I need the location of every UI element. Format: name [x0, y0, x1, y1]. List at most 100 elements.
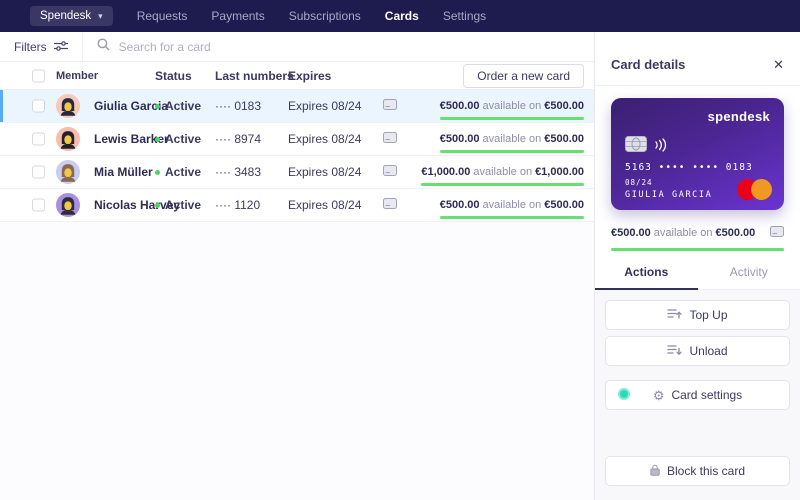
panel-balance-available: €500.00: [611, 227, 651, 239]
top-nav: Spendesk ▾ Requests Payments Subscriptio…: [0, 0, 800, 32]
status-label: Active: [165, 198, 202, 212]
avatar: [56, 160, 80, 184]
unload-icon: [667, 344, 683, 359]
workspace-name: Spendesk: [40, 10, 92, 22]
mastercard-icon: [737, 179, 772, 200]
panel-balance-text: available on: [653, 227, 713, 239]
balance-progress-bar: [439, 216, 584, 219]
amount-available: €500.00: [439, 133, 480, 145]
last-numbers: ···· 8974: [215, 132, 262, 146]
nav-item[interactable]: Cards: [385, 9, 419, 23]
row-checkbox[interactable]: [32, 198, 45, 212]
nav-item[interactable]: Settings: [443, 9, 486, 23]
balance-progress-bar: [421, 183, 584, 186]
card-icon: [383, 97, 397, 115]
search-icon: [97, 38, 110, 56]
balance-progress-bar: [439, 117, 584, 120]
table-row[interactable]: Nicolas Harvey Active ···· 1120 Expires …: [0, 189, 594, 222]
row-checkbox[interactable]: [32, 99, 45, 113]
status-badge: Active: [155, 99, 201, 113]
row-checkbox[interactable]: [32, 132, 45, 146]
nav-item[interactable]: Payments: [211, 9, 264, 23]
table-header: Member Status Last numbers Expires Order…: [0, 62, 594, 90]
avatar: [56, 94, 80, 118]
card-settings-label: Card settings: [671, 388, 743, 402]
amount-available-text: available on: [473, 166, 533, 178]
status-dot-icon: [155, 136, 160, 142]
card-details-panel: Card details ✕ spendesk 5163 •••• •••• 0…: [595, 32, 800, 500]
column-header-expires: Expires: [288, 68, 332, 83]
panel-balance: €500.00 available on €500.00: [611, 224, 784, 242]
close-icon[interactable]: ✕: [773, 57, 784, 73]
expires: Expires 08/24: [288, 132, 362, 146]
card-icon: [383, 163, 397, 181]
amount-available-text: available on: [482, 100, 542, 112]
card-chip-icon: [625, 136, 647, 157]
workspace-switcher[interactable]: Spendesk ▾: [30, 6, 113, 26]
table-row[interactable]: Giulia Garcia Active ···· 0183 Expires 0…: [0, 90, 594, 123]
panel-tabs: Actions Activity: [595, 265, 800, 290]
column-header-status: Status: [155, 68, 192, 83]
panel-actions: Top Up Unload ⚙ Card settings Block this…: [595, 290, 800, 500]
top-up-icon: [667, 308, 683, 323]
block-card-button[interactable]: Block this card: [605, 456, 790, 486]
order-new-card-button[interactable]: Order a new card: [463, 64, 584, 88]
amount-total: €500.00: [544, 100, 584, 112]
status-badge: Active: [155, 198, 201, 212]
table-row[interactable]: Lewis Barker Active ···· 8974 Expires 08…: [0, 123, 594, 156]
card-settings-button[interactable]: ⚙ Card settings: [605, 380, 790, 410]
status-label: Active: [165, 132, 202, 146]
search-input[interactable]: [118, 39, 469, 54]
last-numbers: ···· 0183: [215, 99, 262, 113]
amount-total: €1,000.00: [535, 166, 584, 178]
app-window: Spendesk ▾ Requests Payments Subscriptio…: [0, 0, 800, 500]
status-dot-icon: [155, 103, 160, 109]
amount-available-text: available on: [482, 199, 542, 211]
amount-available: €500.00: [439, 100, 480, 112]
expires: Expires 08/24: [288, 198, 362, 212]
filters-button[interactable]: Filters: [0, 32, 83, 61]
status-dot-icon: [155, 202, 160, 208]
unload-button[interactable]: Unload: [605, 336, 790, 366]
card-icon: [383, 130, 397, 148]
status-badge: Active: [155, 132, 201, 146]
gear-icon: ⚙: [652, 387, 665, 403]
panel-balance-total: €500.00: [715, 227, 756, 239]
amount-available: €500.00: [439, 199, 480, 211]
avatar: [56, 127, 80, 151]
filters-bar: Filters: [0, 32, 594, 62]
status-label: Active: [165, 99, 202, 113]
expires: Expires 08/24: [288, 99, 362, 113]
panel-tab[interactable]: Activity: [698, 265, 800, 289]
nav-item[interactable]: Subscriptions: [289, 9, 361, 23]
balance-progress-bar: [439, 150, 584, 153]
column-header-member: Member: [56, 69, 99, 82]
amount-total: €500.00: [544, 133, 584, 145]
nav-item[interactable]: Requests: [137, 9, 188, 23]
table-row[interactable]: Mia Müller Active ···· 3483 Expires 08/2…: [0, 156, 594, 189]
expires: Expires 08/24: [288, 165, 362, 179]
contactless-icon: [653, 138, 667, 157]
card-number: 5163 •••• •••• 0183: [625, 162, 753, 173]
sliders-icon: [53, 40, 68, 54]
virtual-card: spendesk 5163 •••• •••• 0183 08/24 GIULI…: [611, 98, 784, 210]
block-card-label: Block this card: [666, 464, 746, 478]
search-area: [83, 38, 594, 56]
amount-available: €1,000.00: [421, 166, 471, 178]
panel-tab[interactable]: Actions: [595, 265, 698, 290]
top-up-label: Top Up: [689, 308, 728, 322]
card-holder-name: GIULIA GARCIA: [625, 190, 713, 200]
settings-indicator-dot: [618, 388, 630, 400]
filters-label: Filters: [14, 39, 47, 54]
card-icon: [770, 224, 784, 242]
column-header-last-numbers: Last numbers: [215, 68, 294, 83]
member-name: Mia Müller: [94, 165, 153, 179]
last-numbers: ···· 3483: [215, 165, 262, 179]
status-dot-icon: [155, 169, 160, 175]
select-all-checkbox[interactable]: [32, 69, 45, 82]
panel-balance-progress-bar: [611, 248, 784, 251]
top-up-button[interactable]: Top Up: [605, 300, 790, 330]
row-checkbox[interactable]: [32, 165, 45, 179]
panel-title: Card details: [611, 57, 686, 72]
status-badge: Active: [155, 165, 201, 179]
